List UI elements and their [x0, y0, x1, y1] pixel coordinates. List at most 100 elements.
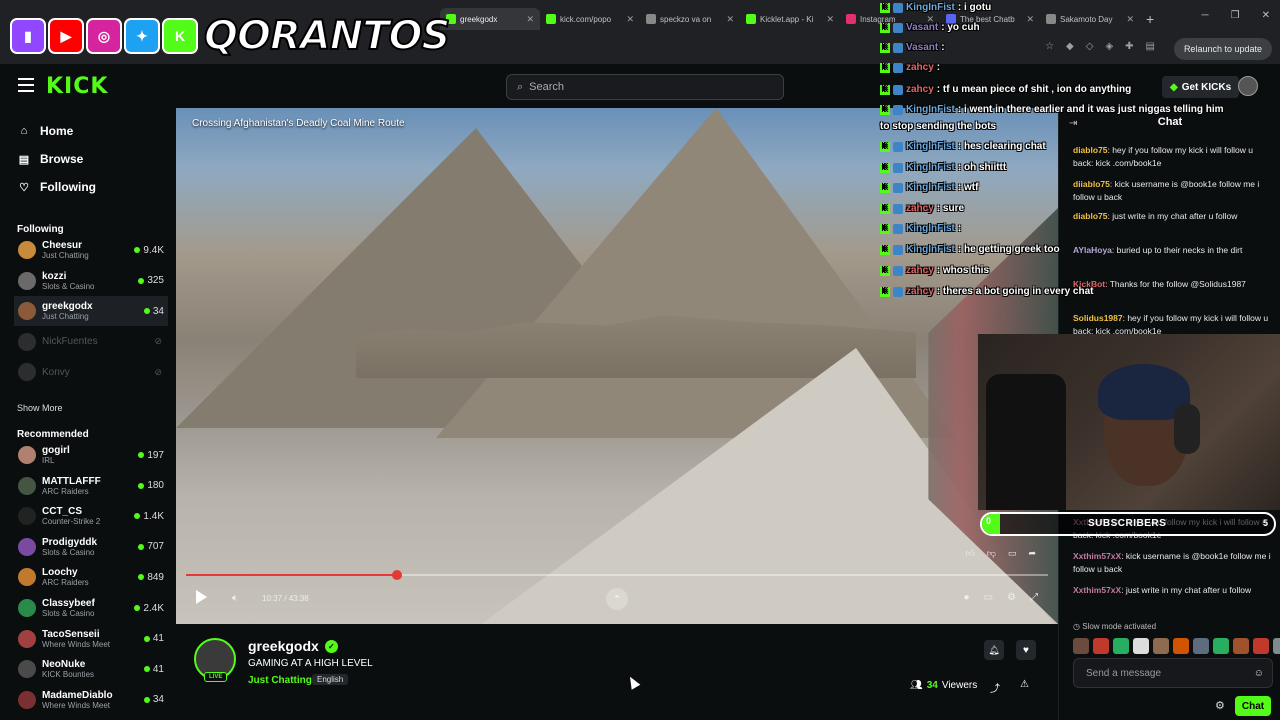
emote-icon[interactable] — [1253, 638, 1269, 654]
sidebar-channel[interactable]: Loochy ARC Raiders 849 — [14, 562, 168, 592]
instagram-icon: ◎ — [86, 18, 122, 54]
viewer-count-value: 9.4K — [143, 244, 164, 256]
nav-browse[interactable]: ▤ Browse — [18, 150, 84, 168]
channel-name: greekgodx — [42, 301, 93, 313]
badge-icon — [893, 203, 903, 214]
like-icon[interactable]: 👍︎ — [965, 548, 974, 559]
sidebar-channel[interactable]: CCT_CS Counter-Strike 2 1.4K — [14, 501, 168, 531]
sidebar-channel[interactable]: MadameDiablo Where Winds Meet 34 — [14, 685, 168, 715]
sidebar-channel[interactable]: Cheesur Just Chatting 9.4K — [14, 235, 168, 265]
stream-category[interactable]: Just Chatting — [248, 675, 312, 686]
sidebar-channel[interactable]: Konvy ⊘ — [14, 357, 168, 387]
chat-username[interactable]: Solidus1987 — [1073, 313, 1123, 323]
sidebar-channel[interactable]: kozzi Slots & Casino 325 — [14, 266, 168, 296]
viewer-count: 707 — [138, 541, 164, 552]
sidebar-channel[interactable]: gogirl IRL 197 — [14, 440, 168, 470]
dislike-icon[interactable]: 👎︎ — [987, 548, 996, 559]
menu-icon[interactable] — [18, 78, 34, 92]
kick-logo[interactable]: KICK — [46, 74, 108, 99]
channel-category: Slots & Casino — [42, 609, 95, 618]
emote-icon[interactable] — [1073, 638, 1089, 654]
browser-tab[interactable]: Kicklet.app - Ki ✕ — [740, 8, 840, 30]
channel-category: Slots & Casino — [42, 547, 95, 557]
share-icon[interactable]: ⤴ — [990, 680, 1000, 695]
nav-home[interactable]: ⌂ Home — [18, 122, 74, 140]
tab-favicon-icon — [546, 14, 556, 24]
channel-category: IRL — [42, 456, 55, 465]
comment-icon[interactable]: ▭ — [1008, 548, 1017, 559]
subscriber-goal-current: 0 — [986, 516, 992, 526]
emote-icon[interactable] — [1273, 638, 1280, 654]
kick-icon: K — [880, 162, 890, 173]
gear-icon[interactable]: ⚙ — [1215, 699, 1225, 712]
viewer-count-value: 849 — [147, 571, 164, 583]
chat-username[interactable]: Xxthim57xX — [1073, 585, 1121, 595]
report-icon[interactable]: ⚠ — [1020, 679, 1029, 690]
emote-icon[interactable] — [1233, 638, 1249, 654]
nav-following[interactable]: ♡ Following — [18, 178, 96, 196]
kick-icon: K — [880, 265, 890, 276]
overlay-chat-line: to stop sending the bots — [880, 121, 996, 132]
viewer-count: 9.4K — [134, 245, 164, 256]
video-controls-right: ● ▭ ⚙ ⤢ — [964, 592, 1038, 603]
seek-bar[interactable] — [186, 570, 1048, 580]
subtitles-icon[interactable]: ▭ — [984, 592, 993, 603]
chevron-up-icon[interactable]: ⌃ — [606, 588, 628, 610]
webcam-chair — [986, 374, 1066, 510]
search-input[interactable]: ⌕ Search — [506, 74, 784, 100]
sidebar-channel[interactable]: NeoNuke KICK Bounties 41 — [14, 654, 168, 684]
close-icon[interactable]: ✕ — [726, 14, 734, 25]
chat-username[interactable]: Xxthim57xX — [1073, 551, 1121, 561]
emote-icon[interactable] — [1153, 638, 1169, 654]
overlay-chat-text: : sure — [936, 203, 965, 214]
emoji-icon[interactable]: ☺ — [1254, 668, 1264, 679]
overlay-chat-line: K Vasant: yo cuh — [880, 22, 980, 33]
close-icon[interactable]: ✕ — [826, 14, 834, 25]
overlay-chat-text: : tf u mean piece of shit , ion do anyth… — [936, 84, 1132, 95]
following-section-title: Following — [17, 224, 64, 235]
channel-info: gogirl IRL — [42, 445, 138, 465]
seek-handle[interactable] — [392, 570, 403, 580]
sidebar-channel[interactable]: Prodigyddk Slots & Casino 707 — [14, 532, 168, 562]
viewer-count: 325 — [138, 275, 164, 286]
close-icon[interactable]: ✕ — [626, 14, 634, 25]
fullscreen-icon[interactable]: ⤢ — [1030, 592, 1038, 603]
browser-tab[interactable]: speckzo va on ✕ — [640, 8, 740, 30]
show-more-button[interactable]: Show More — [17, 403, 63, 413]
kick-icon: K — [880, 244, 890, 255]
overlay-chat-text: : hes clearing chat — [957, 141, 1046, 152]
viewer-count-value: 34 — [152, 694, 164, 706]
emote-icon[interactable] — [1133, 638, 1149, 654]
chat-input[interactable]: Send a message ☺ — [1073, 658, 1273, 688]
emote-icon[interactable] — [1193, 638, 1209, 654]
avatar — [18, 271, 36, 290]
viewer-count-value: 325 — [147, 275, 164, 287]
language-tag[interactable]: English — [312, 674, 349, 685]
browser-tab[interactable]: greekgodx ✕ — [440, 8, 540, 30]
autoplay-icon[interactable]: ● — [964, 592, 970, 603]
bell-icon[interactable]: 🔔︎ — [984, 640, 1004, 660]
emote-icon[interactable] — [1093, 638, 1109, 654]
sidebar-channel[interactable]: MATTLAFFF ARC Raiders 180 — [14, 471, 168, 501]
viewer-count: 197 — [138, 450, 164, 461]
overlay-chat-user: KingInFist — [906, 104, 955, 115]
sidebar-channel[interactable]: NickFuentes ⊘ — [14, 327, 168, 357]
emote-icon[interactable] — [1113, 638, 1129, 654]
send-chat-button[interactable]: Chat — [1235, 696, 1271, 716]
channel-name[interactable]: greekgodx ✓ — [248, 638, 338, 654]
sidebar-channel[interactable]: TacoSenseii Where Winds Meet 41 — [14, 624, 168, 654]
volume-icon[interactable]: 🔈︎ — [232, 592, 239, 605]
browser-tab[interactable]: kick.com/popo ✕ — [540, 8, 640, 30]
play-icon[interactable] — [196, 590, 207, 604]
overlay-chat-text: : he getting greek too — [957, 244, 1060, 255]
settings-icon[interactable]: ⚙ — [1007, 592, 1016, 603]
follow-heart-button[interactable]: ♥ — [1016, 640, 1036, 660]
sidebar-channel[interactable]: Classybeef Slots & Casino 2.4K — [14, 593, 168, 623]
emote-icon[interactable] — [1213, 638, 1229, 654]
close-icon[interactable]: ✕ — [526, 14, 534, 25]
emote-icon[interactable] — [1173, 638, 1189, 654]
sidebar-channel[interactable]: greekgodx Just Chatting 34 — [14, 296, 168, 327]
badge-icon — [893, 162, 903, 173]
share-icon[interactable]: ➦ — [1028, 548, 1036, 559]
avatar — [18, 241, 36, 259]
